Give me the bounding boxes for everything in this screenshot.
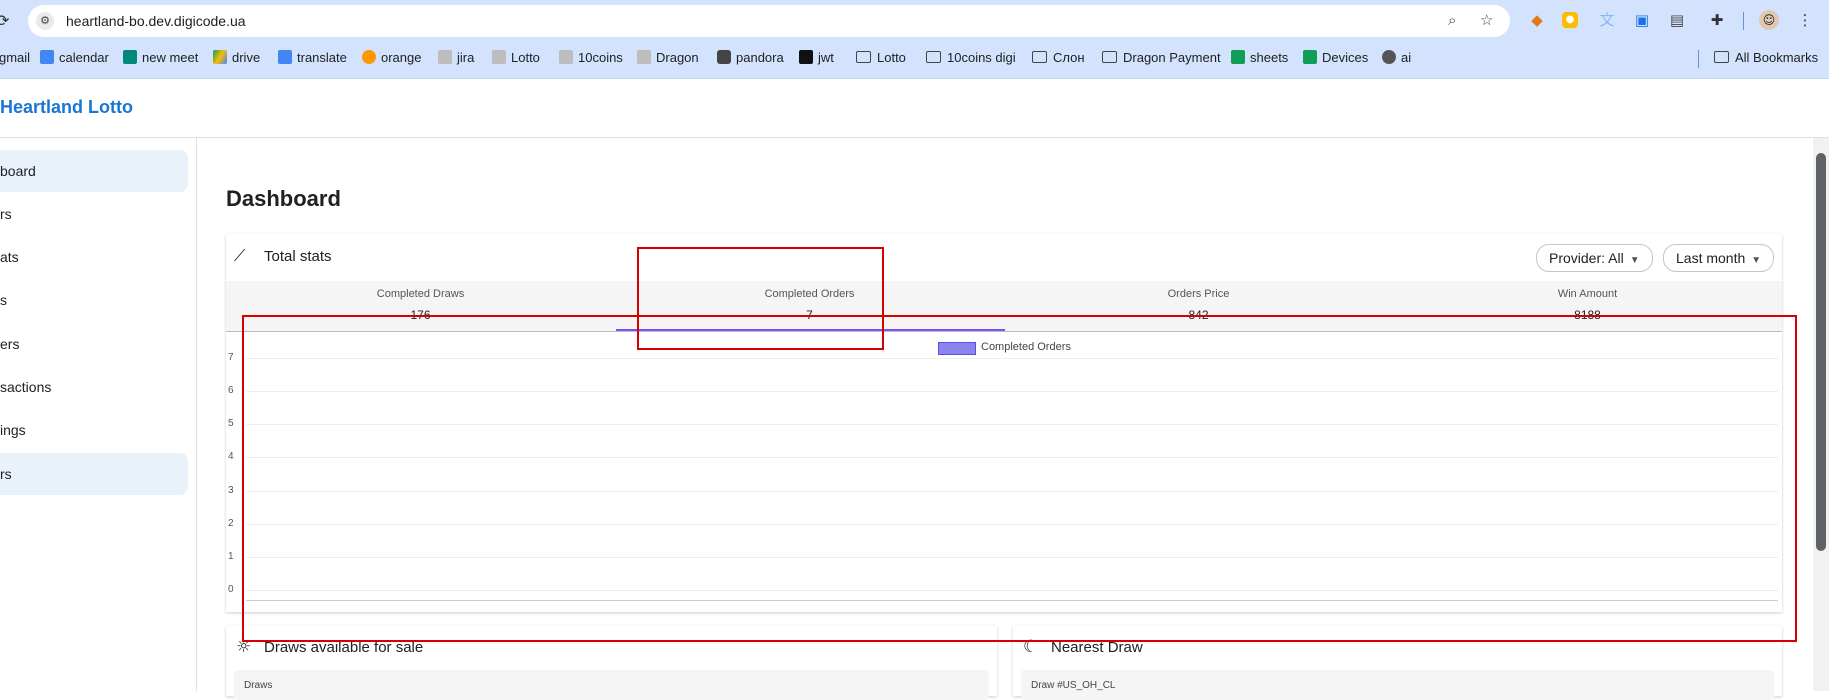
bookmark-dragon[interactable]: Dragon [637, 50, 699, 65]
bookmark-translate[interactable]: translate [278, 50, 347, 65]
folder-icon [856, 51, 871, 63]
y-tick-label: 0 [228, 584, 234, 595]
site-icon [492, 50, 506, 64]
bookmark-drive[interactable]: drive [213, 50, 260, 65]
stat-label: Completed Draws [376, 288, 465, 300]
jwt-icon [799, 50, 813, 64]
period-filter[interactable]: Last month ▼ [1663, 244, 1775, 272]
lock-icon [717, 50, 731, 64]
bookmark-folder-dragon-payment[interactable]: Dragon Payment [1102, 50, 1221, 65]
y-tick-label: 1 [228, 550, 234, 562]
bookmark-folder-slon[interactable]: Слон [1032, 50, 1085, 65]
bookmark-jira[interactable]: jira [438, 50, 474, 65]
keep-icon[interactable]: ● [1562, 12, 1578, 28]
bookmark-pandora[interactable]: pandora [717, 50, 784, 65]
sidebar-item-settings[interactable]: ings [0, 409, 188, 451]
y-tick-label: 3 [228, 484, 234, 496]
y-tick-label: 5 [228, 418, 234, 430]
calendar-icon [40, 50, 54, 64]
brand-title[interactable]: Heartland Lotto [0, 97, 133, 118]
ai-icon [1382, 50, 1396, 64]
zoom-icon[interactable]: ⌕ [1448, 11, 1456, 29]
dropdown-arrow-icon: ▼ [1751, 255, 1762, 266]
sidebar-item-4[interactable]: s [0, 279, 188, 321]
meet-icon [123, 50, 137, 64]
url-text[interactable]: heartland-bo.dev.digicode.ua [66, 13, 246, 29]
site-icon [637, 50, 651, 64]
orange-icon [362, 50, 376, 64]
star-icon[interactable]: ☆ [1480, 11, 1493, 29]
scrollbar-thumb[interactable] [1816, 153, 1826, 551]
y-tick-label: 7 [228, 352, 234, 363]
reload-icon[interactable]: ⟳ [0, 11, 9, 30]
provider-filter[interactable]: Provider: All ▼ [1536, 244, 1653, 272]
bookmark-sheets[interactable]: sheets [1231, 50, 1288, 65]
sidebar: board rs ats s ers sactions ings rs [0, 138, 197, 691]
sidebar-item-2[interactable]: rs [0, 193, 188, 235]
bookmark-gmail[interactable]: gmail [0, 50, 30, 65]
extension-icon[interactable]: ▣ [1632, 10, 1652, 30]
bookmarks-divider [1698, 50, 1699, 68]
browser-toolbar: ⟳ ⚙ heartland-bo.dev.digicode.ua ⌕ ☆ ◆ ●… [0, 0, 1829, 42]
folder-icon [1102, 51, 1117, 63]
sheets-icon [1303, 50, 1317, 64]
toolbar-divider [1743, 12, 1744, 30]
metamask-icon[interactable]: ◆ [1527, 10, 1547, 30]
sidebar-item-stats[interactable]: ats [0, 236, 188, 278]
bookmark-new-meet[interactable]: new meet [123, 50, 198, 65]
highlight-box [242, 315, 1797, 642]
page-title: Dashboard [226, 186, 341, 211]
profile-avatar[interactable]: ☺ [1759, 10, 1779, 30]
translate-icon [278, 50, 292, 64]
bookmark-folder-10coins-digi[interactable]: 10coins digi [926, 50, 1016, 65]
dropdown-arrow-icon: ▼ [1629, 255, 1640, 266]
app-header: Heartland Lotto [0, 79, 1829, 138]
all-bookmarks[interactable]: All Bookmarks [1714, 50, 1818, 65]
folder-icon [1714, 51, 1729, 63]
trending-icon: ⟋ [234, 246, 246, 265]
extension-icon[interactable]: ▤ [1667, 10, 1687, 30]
bookmark-orange[interactable]: orange [362, 50, 421, 65]
bookmarks-bar: gmail calendar new meet drive translate … [0, 42, 1829, 79]
bookmark-10coins[interactable]: 10coins [559, 50, 623, 65]
puzzle-icon[interactable]: ✚ [1707, 10, 1727, 30]
total-stats-header: ⟋ Total stats Provider: All ▼ Last month ▼ [226, 234, 1782, 282]
sheets-icon [1231, 50, 1245, 64]
y-tick-label: 6 [228, 385, 234, 397]
extension-icon[interactable]: 文 [1597, 10, 1617, 30]
sidebar-item-orders[interactable]: ers [0, 323, 188, 365]
total-stats-title: Total stats [264, 248, 332, 265]
nearest-draw-item[interactable]: Draw #US_OH_CL [1021, 670, 1774, 700]
site-icon [438, 50, 452, 64]
bookmark-calendar[interactable]: calendar [40, 50, 109, 65]
bookmark-jwt[interactable]: jwt [799, 50, 834, 65]
bookmark-ai[interactable]: ai [1382, 50, 1411, 65]
site-icon [559, 50, 573, 64]
folder-icon [926, 51, 941, 63]
bookmark-folder-lotto[interactable]: Lotto [856, 50, 906, 65]
address-bar[interactable]: ⚙ heartland-bo.dev.digicode.ua ⌕ ☆ [28, 5, 1510, 37]
stat-label: Win Amount [1557, 288, 1618, 300]
menu-icon[interactable]: ⋮ [1795, 10, 1815, 30]
sidebar-item-dashboard[interactable]: board [0, 150, 188, 192]
folder-icon [1032, 51, 1047, 63]
site-settings-icon[interactable]: ⚙ [36, 12, 54, 30]
sidebar-item-transactions[interactable]: sactions [0, 366, 188, 408]
bookmark-devices[interactable]: Devices [1303, 50, 1368, 65]
drive-icon [213, 50, 227, 64]
bookmark-lotto[interactable]: Lotto [492, 50, 540, 65]
stat-label: Orders Price [1167, 288, 1230, 300]
y-tick-label: 2 [228, 517, 234, 529]
draws-table-header: Draws [234, 670, 989, 700]
sidebar-item-8[interactable]: rs [0, 453, 188, 495]
y-tick-label: 4 [228, 451, 234, 463]
